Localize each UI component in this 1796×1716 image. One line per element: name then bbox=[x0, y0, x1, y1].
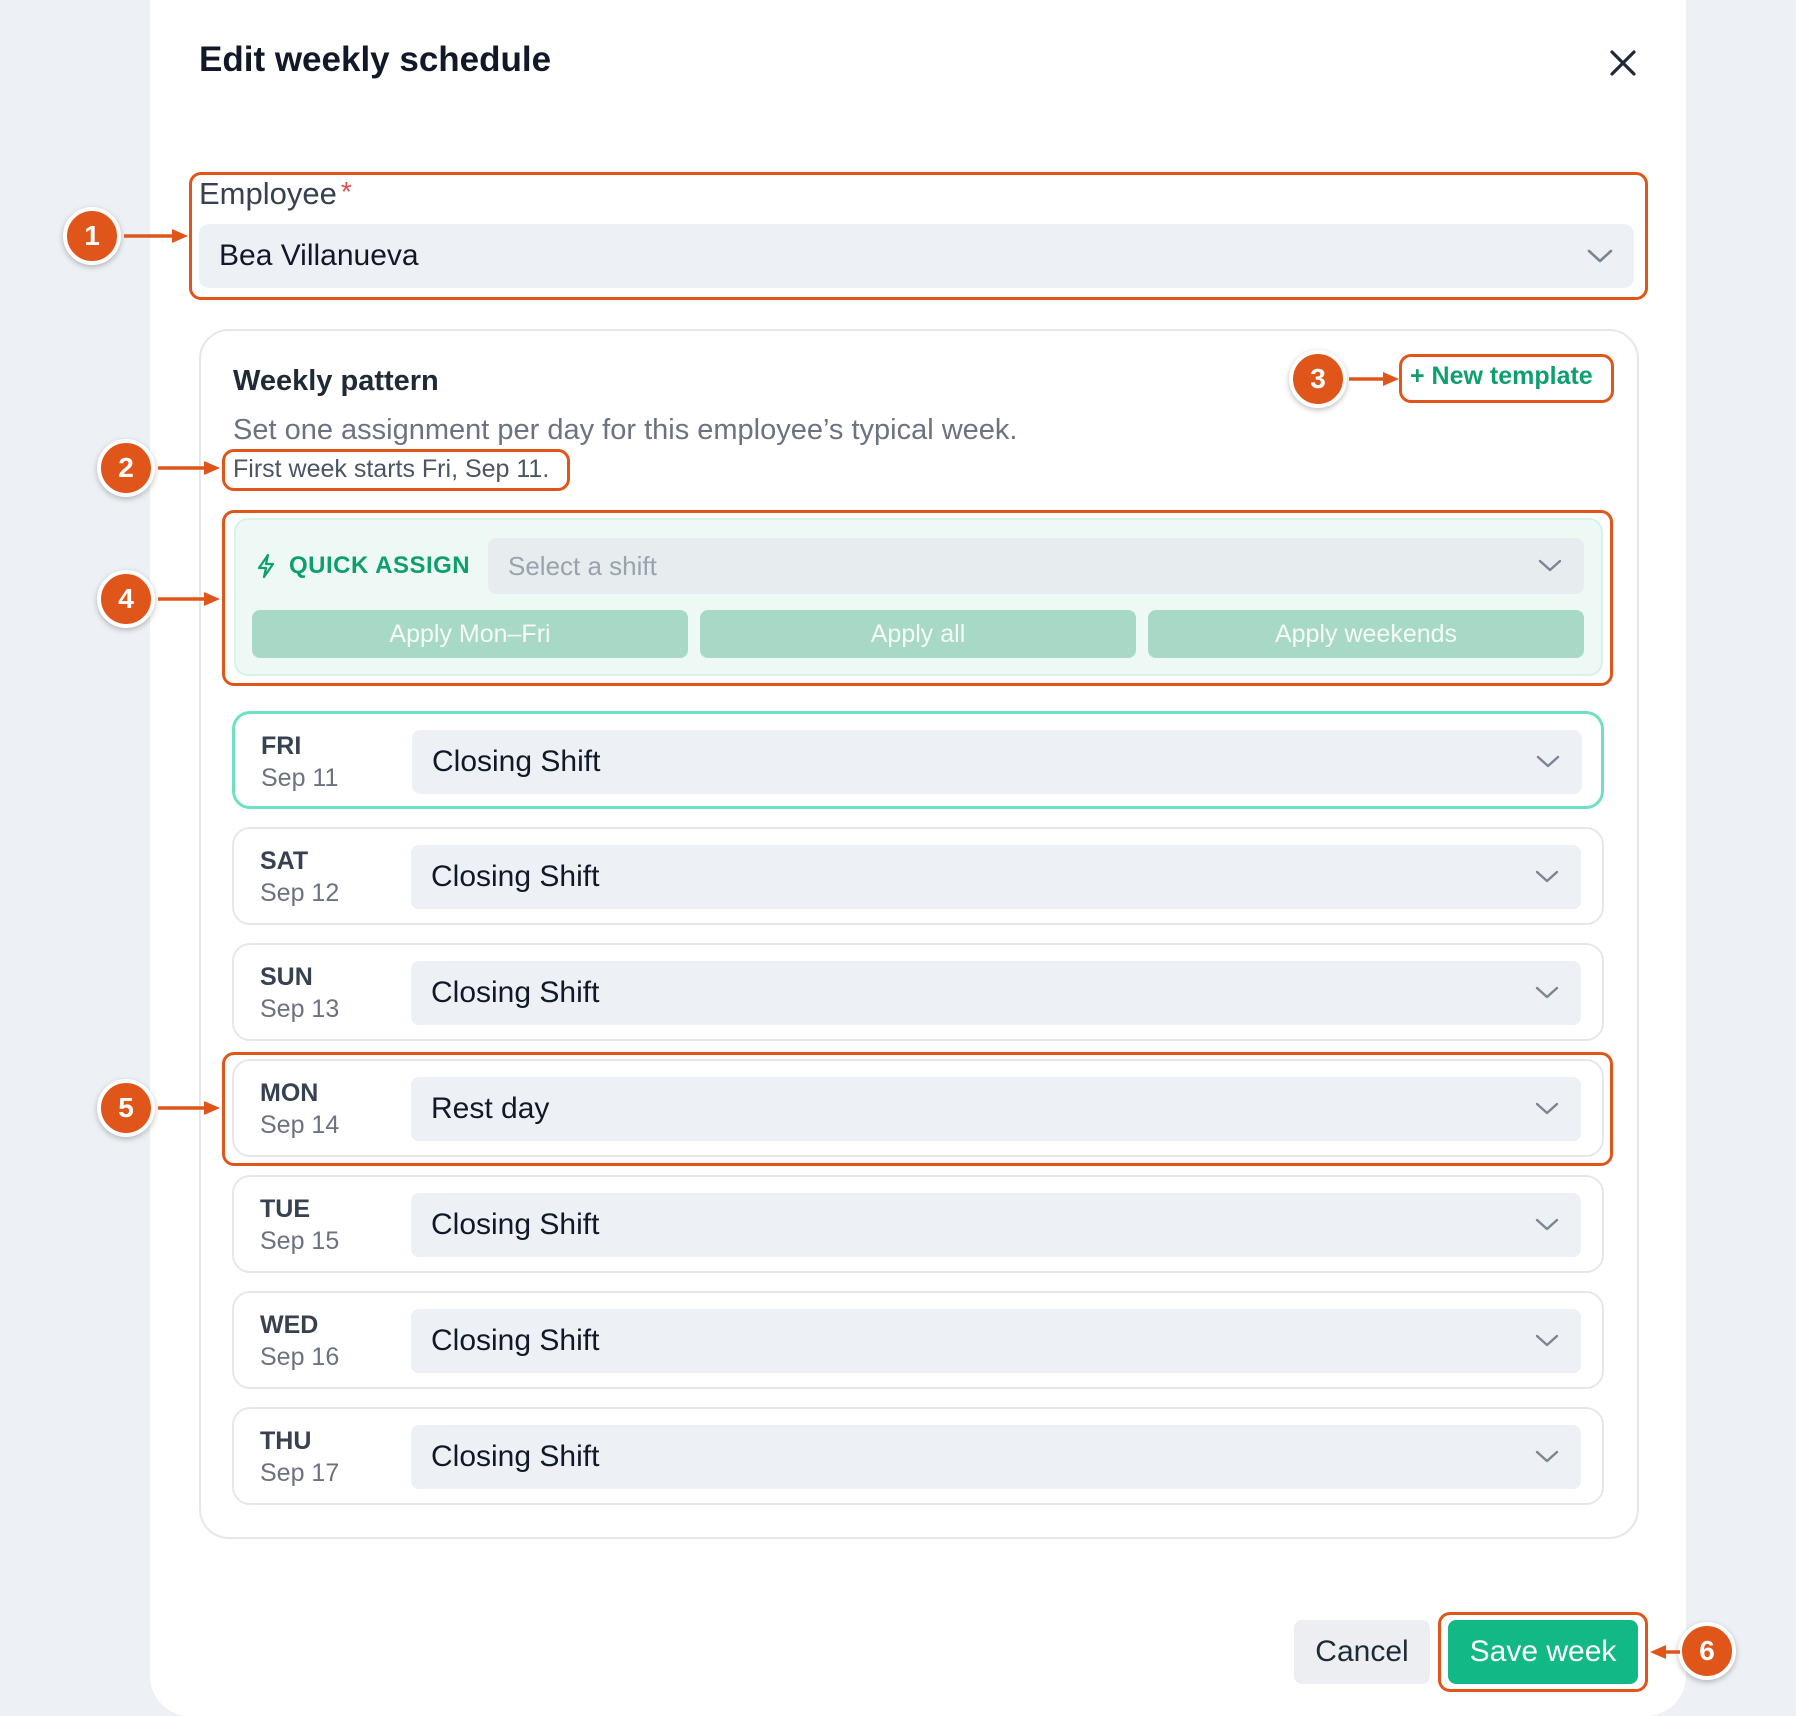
annotation-highlight-new-template bbox=[1399, 354, 1614, 403]
day-row-tue: TUE Sep 15 Closing Shift bbox=[232, 1175, 1604, 1273]
day-shift-value: Closing Shift bbox=[431, 976, 600, 1009]
weekly-pattern-title: Weekly pattern bbox=[233, 365, 439, 397]
annotation-badge-2: 2 bbox=[97, 439, 155, 497]
day-name: FRI bbox=[261, 732, 302, 760]
annotation-badge-4: 4 bbox=[97, 570, 155, 628]
annotation-highlight-quick-assign bbox=[222, 510, 1613, 686]
day-name: THU bbox=[260, 1427, 312, 1455]
day-date: Sep 15 bbox=[260, 1227, 340, 1255]
day-row-thu: THU Sep 17 Closing Shift bbox=[232, 1407, 1604, 1505]
day-date: Sep 12 bbox=[260, 879, 340, 907]
annotation-highlight-employee bbox=[189, 172, 1648, 300]
chevron-down-icon bbox=[1536, 755, 1560, 768]
annotation-arrow-icon bbox=[1349, 372, 1399, 386]
annotation-arrow-icon bbox=[124, 229, 188, 243]
day-date: Sep 11 bbox=[261, 764, 339, 792]
day-row-sun: SUN Sep 13 Closing Shift bbox=[232, 943, 1604, 1041]
day-shift-select[interactable]: Closing Shift bbox=[411, 845, 1581, 909]
annotation-highlight-save bbox=[1438, 1612, 1648, 1692]
annotation-badge-6: 6 bbox=[1678, 1622, 1736, 1680]
day-name: WED bbox=[260, 1311, 319, 1339]
annotation-badge-5: 5 bbox=[97, 1079, 155, 1137]
day-shift-select[interactable]: Closing Shift bbox=[412, 730, 1582, 794]
close-icon[interactable] bbox=[1606, 46, 1640, 80]
day-row-wed: WED Sep 16 Closing Shift bbox=[232, 1291, 1604, 1389]
weekly-pattern-description: Set one assignment per day for this empl… bbox=[233, 414, 1018, 446]
day-shift-select[interactable]: Closing Shift bbox=[411, 1309, 1581, 1373]
day-shift-select[interactable]: Closing Shift bbox=[411, 1193, 1581, 1257]
day-shift-select[interactable]: Closing Shift bbox=[411, 1425, 1581, 1489]
modal-title: Edit weekly schedule bbox=[199, 40, 552, 79]
day-row-sat: SAT Sep 12 Closing Shift bbox=[232, 827, 1604, 925]
annotation-highlight-first-week bbox=[222, 449, 570, 491]
annotation-arrow-icon bbox=[158, 592, 220, 606]
day-shift-value: Closing Shift bbox=[431, 1208, 600, 1241]
chevron-down-icon bbox=[1535, 1334, 1559, 1347]
day-date: Sep 16 bbox=[260, 1343, 340, 1371]
day-date: Sep 17 bbox=[260, 1459, 340, 1487]
chevron-down-icon bbox=[1535, 1218, 1559, 1231]
annotation-arrow-icon bbox=[158, 461, 220, 475]
day-shift-value: Closing Shift bbox=[432, 745, 601, 778]
day-row-fri: FRI Sep 11 Closing Shift bbox=[232, 711, 1604, 809]
day-name: SAT bbox=[260, 847, 309, 875]
chevron-down-icon bbox=[1535, 870, 1559, 883]
day-name: SUN bbox=[260, 963, 313, 991]
annotation-badge-3: 3 bbox=[1289, 350, 1347, 408]
day-shift-select[interactable]: Closing Shift bbox=[411, 961, 1581, 1025]
chevron-down-icon bbox=[1535, 1450, 1559, 1463]
day-date: Sep 13 bbox=[260, 995, 340, 1023]
annotation-arrow-icon bbox=[158, 1101, 220, 1115]
day-shift-value: Closing Shift bbox=[431, 860, 600, 893]
annotation-badge-1: 1 bbox=[63, 207, 121, 265]
chevron-down-icon bbox=[1535, 986, 1559, 999]
cancel-button[interactable]: Cancel bbox=[1294, 1620, 1430, 1684]
day-shift-value: Closing Shift bbox=[431, 1324, 600, 1357]
annotation-arrow-icon bbox=[1650, 1645, 1680, 1659]
annotation-highlight-mon-row bbox=[222, 1052, 1613, 1166]
day-name: TUE bbox=[260, 1195, 310, 1223]
day-shift-value: Closing Shift bbox=[431, 1440, 600, 1473]
